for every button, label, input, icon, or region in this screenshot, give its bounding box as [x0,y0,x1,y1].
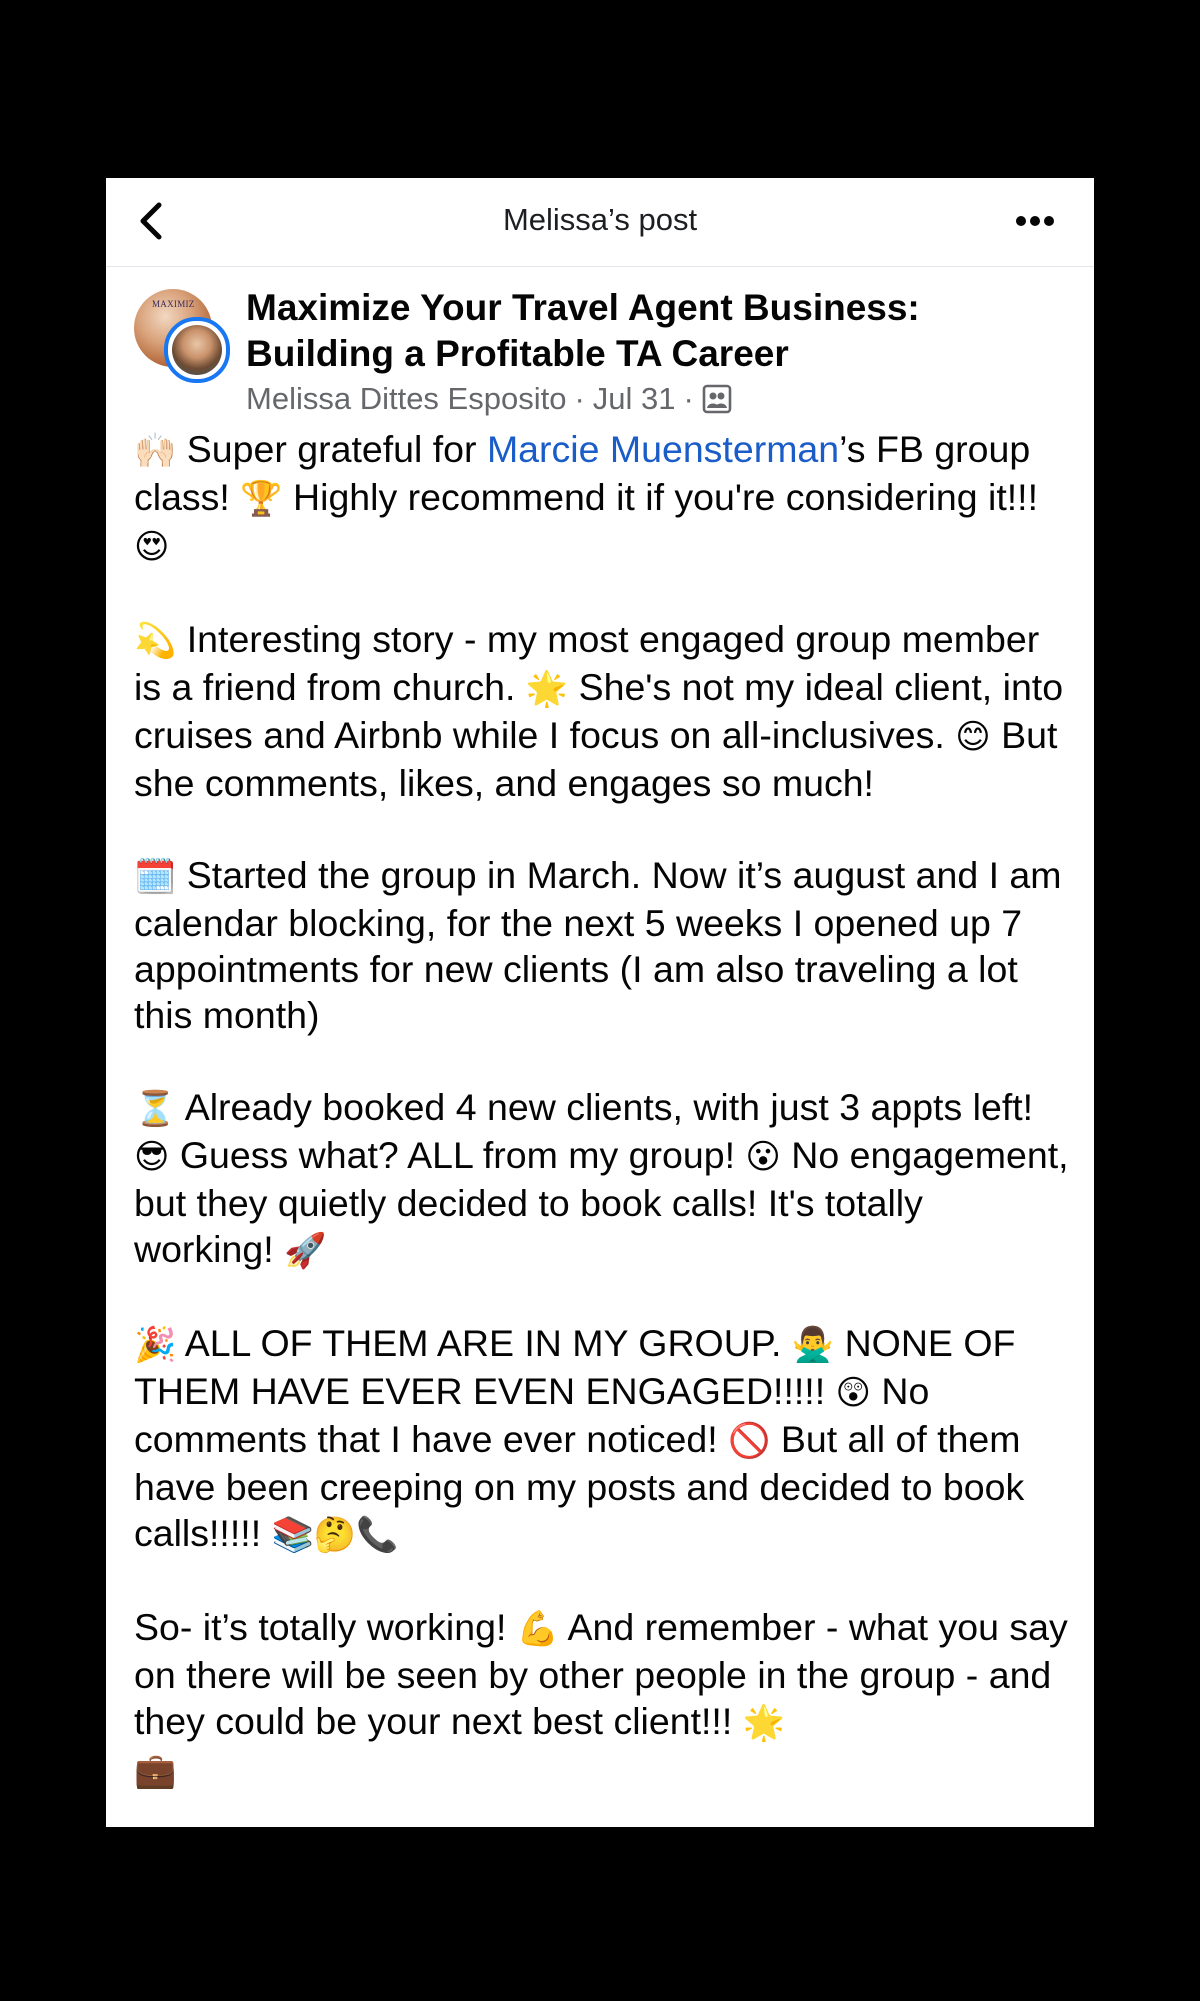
surprised-face-emoji: 😮 [745,1137,781,1177]
post-text: Already booked 4 new clients, with just … [176,1086,1034,1128]
meta-separator: · [574,381,585,416]
flexed-biceps-emoji: 💪 [516,1609,560,1649]
post-paragraph: 💫 Interesting story - my most engaged gr… [134,616,1072,806]
calendar-emoji: 🗓️ [134,857,177,897]
author-avatar[interactable] [164,317,230,383]
post-body: 🙌🏻 Super grateful for Marcie Muensterman… [134,426,1072,1794]
post-paragraph: 🎉 ALL OF THEM ARE IN MY GROUP. 🙅‍♂️ NONE… [134,1320,1072,1558]
group-name-link[interactable]: Maximize Your Travel Agent Business: Bui… [246,285,1064,377]
sunglasses-emoji: 😎 [134,1137,170,1177]
post-date[interactable]: Jul 31 [593,381,676,417]
page-title: Melissa’s post [502,202,698,237]
person-gesturing-no-emoji: 🙅‍♂️ [791,1325,835,1365]
glowing-star-emoji: 🌟 [525,669,569,709]
post-text: ALL OF THEM ARE IN MY GROUP. [176,1322,792,1364]
party-popper-emoji: 🎉 [134,1325,177,1365]
briefcase-emoji: 💼 [134,1751,177,1791]
rocket-emoji: 🚀 [284,1231,327,1271]
post-paragraph: 🗓️ Started the group in March. Now it’s … [134,852,1072,1038]
mention-link[interactable]: Marcie Muensterman [487,428,839,470]
trophy-emoji: 🏆 [240,479,283,519]
raising-hands-emoji: 🙌🏻 [134,431,177,471]
post-text: Guess what? ALL from my group! [169,1134,746,1176]
author-avatar-photo [172,325,222,375]
post-text: Super grateful for [176,428,487,470]
group-avatar-logo-text: MAXIMIZ [152,299,195,309]
post-text: So- it’s totally working! [134,1606,517,1648]
smiling-face-emoji: 😊 [955,717,991,757]
books-thinking-phone-emoji: 📚🤔📞 [271,1515,399,1555]
meta-separator: · [683,381,694,416]
post-paragraph: 🙌🏻 Super grateful for Marcie Muensterman… [134,426,1072,570]
post-text: Started the group in March. Now it’s aug… [134,854,1062,1036]
heart-eyes-emoji: 😍 [134,527,170,567]
post-meta: Melissa Dittes Esposito · Jul 31 · [246,381,732,417]
author-name-link[interactable]: Melissa Dittes Esposito [246,381,566,417]
more-horizontal-icon [1016,216,1054,226]
prohibited-emoji: 🚫 [728,1421,771,1461]
hourglass-emoji: ⏳ [134,1089,177,1129]
glowing-star-emoji: 🌟 [742,1703,786,1743]
top-navigation-bar: Melissa’s post [106,178,1094,267]
dizzy-emoji: 💫 [134,621,177,661]
post-paragraph: ⏳ Already booked 4 new clients, with jus… [134,1084,1072,1274]
group-members-icon [702,384,732,414]
avatar-stack[interactable]: MAXIMIZ [134,289,230,383]
post-text: Highly recommend it if you're considerin… [282,476,1039,518]
astonished-face-emoji: 😲 [835,1373,871,1413]
post-paragraph: So- it’s totally working! 💪 And remember… [134,1604,1072,1794]
post-header: MAXIMIZ Maximize Your Travel Agent Busin… [106,267,1094,427]
post-card: Melissa’s post MAXIMIZ Maximize Your Tra… [106,178,1094,1827]
more-options-button[interactable] [1012,206,1058,236]
